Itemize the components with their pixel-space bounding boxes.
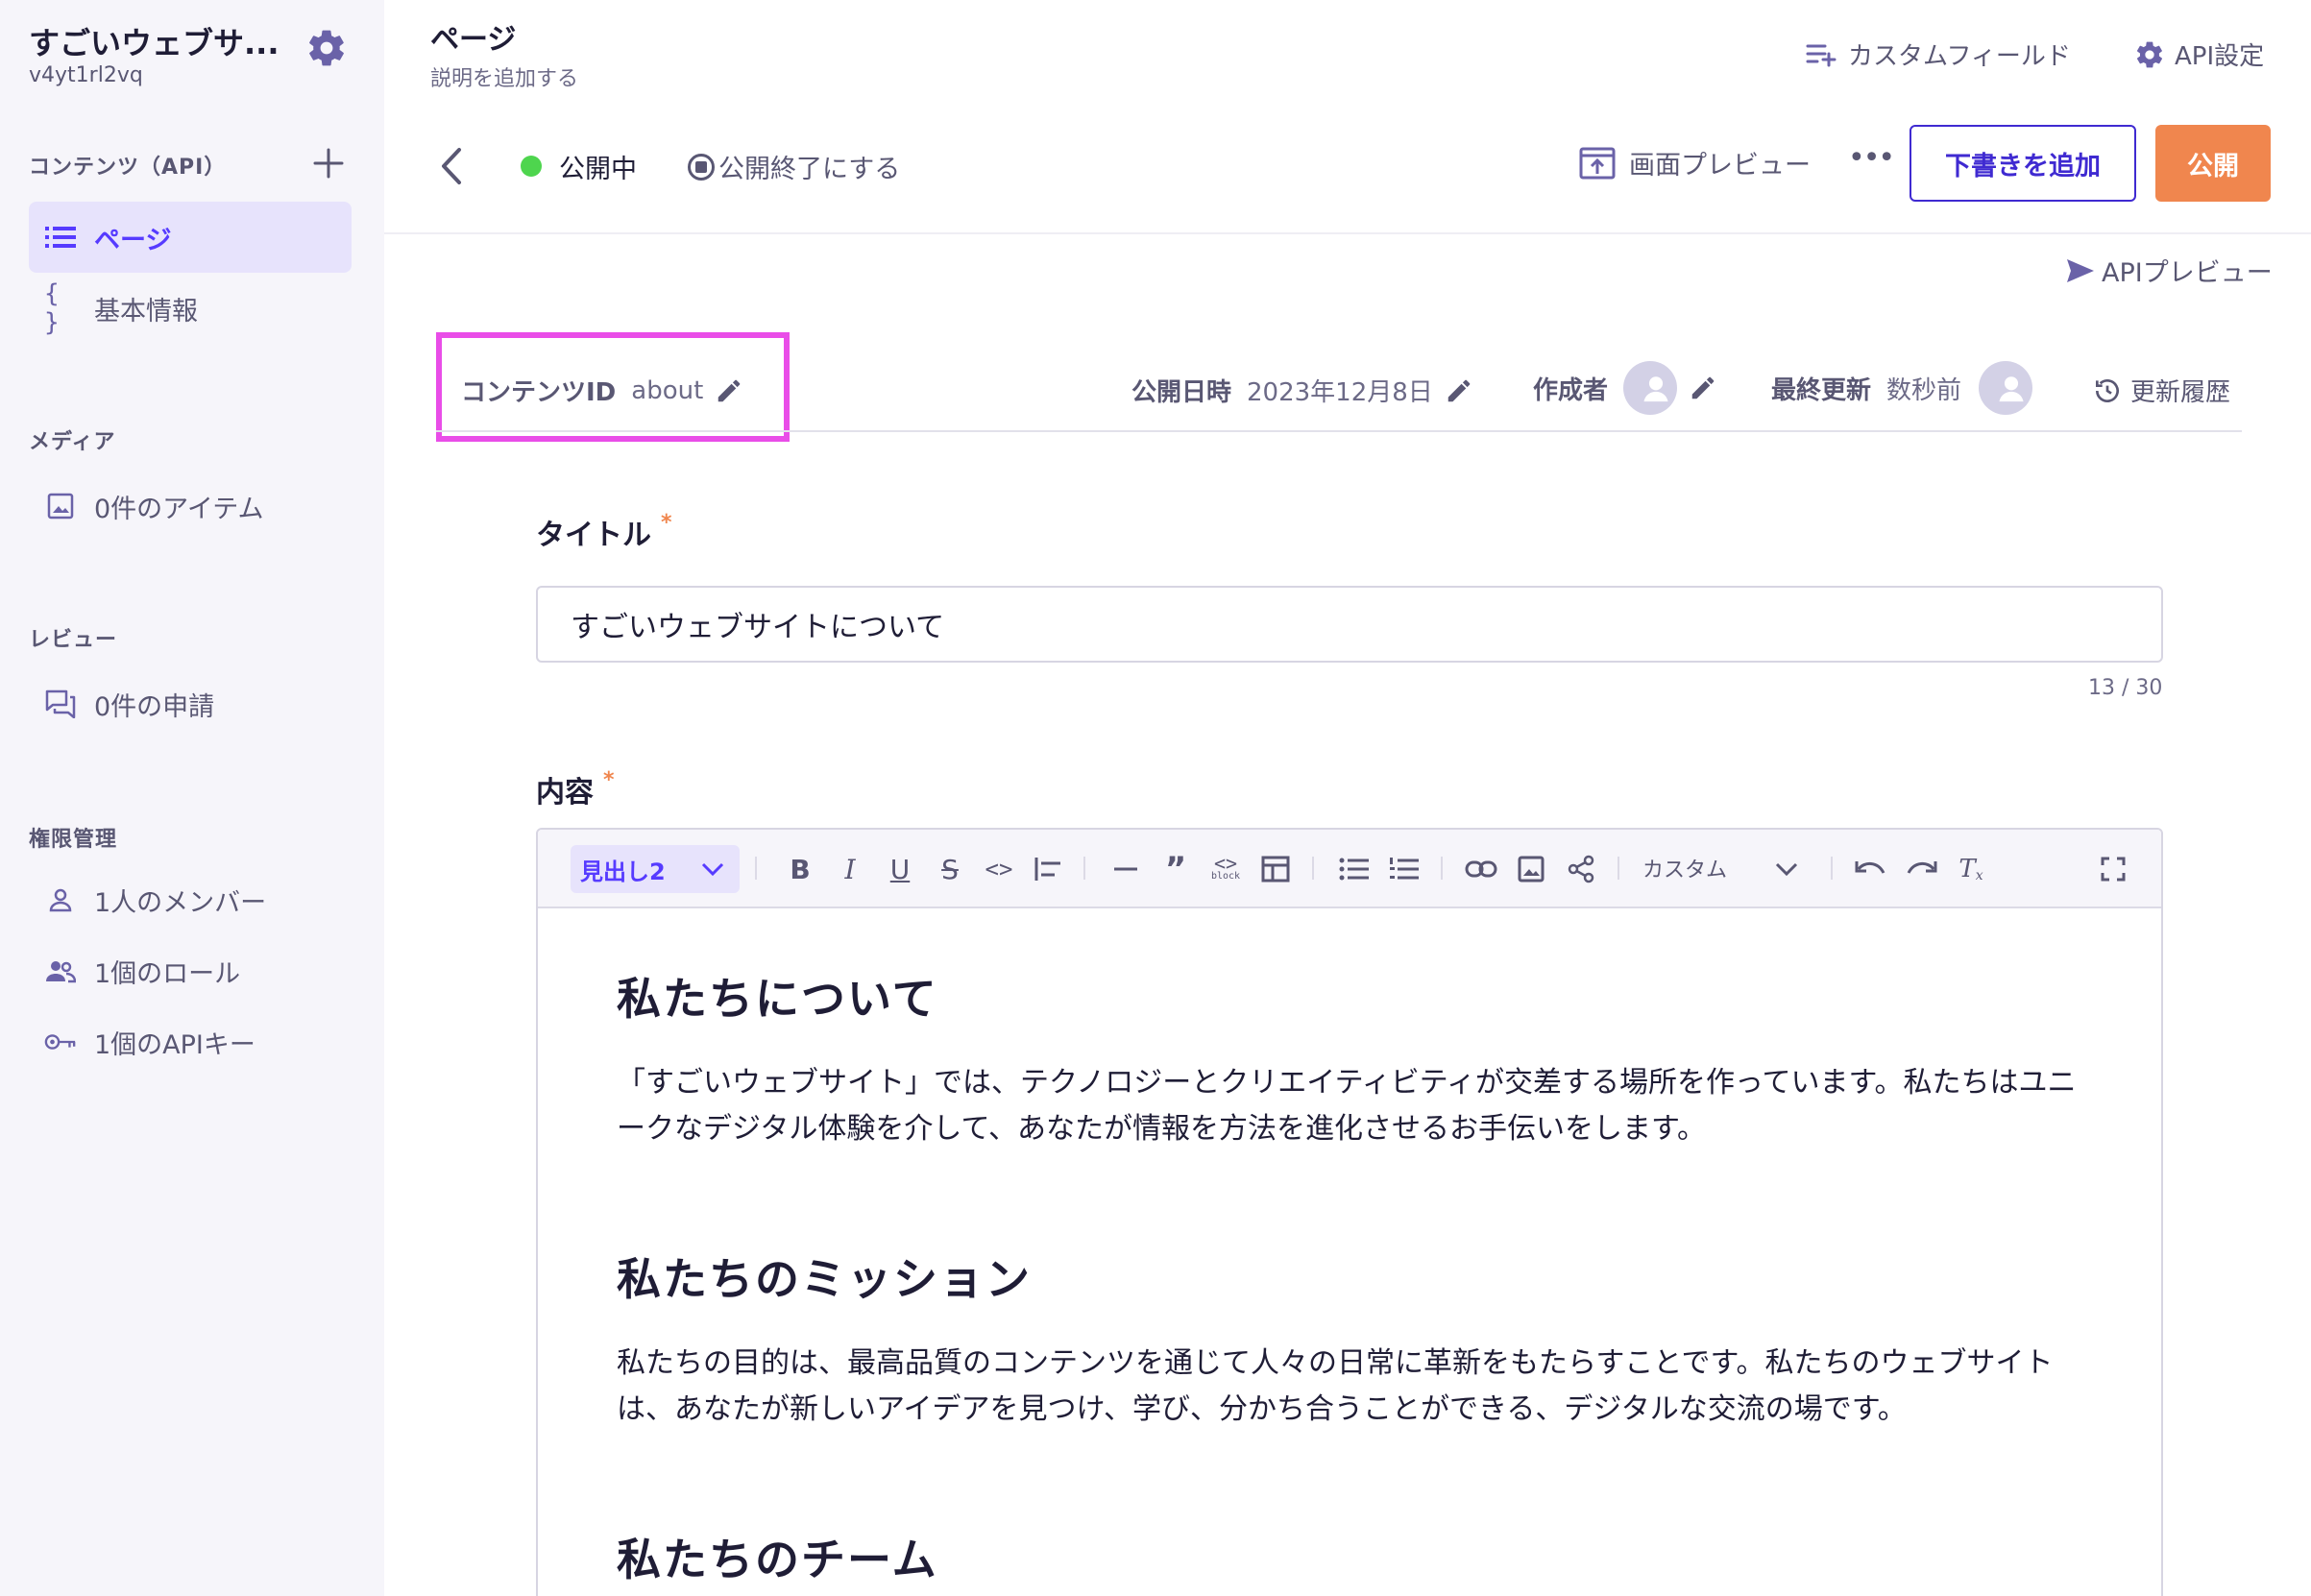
sidebar-item-api-keys[interactable]: 1個のAPIキー (29, 1006, 352, 1077)
custom-select[interactable]: カスタム (1642, 853, 1799, 883)
heading-select[interactable]: 見出し2 (571, 845, 740, 893)
content-heading: 私たちのチーム (617, 1534, 938, 1585)
media-section-title: メディア (29, 430, 116, 454)
add-draft-button[interactable]: 下書きを追加 (1910, 125, 2136, 202)
stop-icon (688, 153, 715, 181)
avatar (1623, 361, 1678, 415)
editor-toolbar: 見出し2 B I U S <> ” <> block カスタム T x (538, 830, 2161, 908)
last-updated: 最終更新 数秒前 (1771, 361, 2033, 415)
history-icon (2096, 378, 2119, 402)
sidebar-item-label: 0件の申請 (94, 691, 215, 722)
published-date[interactable]: 公開日時 2023年12月8日 (1131, 373, 1473, 408)
code-icon[interactable]: <> (980, 851, 1018, 887)
publish-button[interactable]: 公開 (2155, 125, 2271, 202)
permission-section-title: 権限管理 (29, 828, 118, 852)
meta-divider (436, 430, 2242, 432)
sidebar-item-label: 基本情報 (94, 296, 198, 326)
content-paragraph: 私たちの目的は、最高品質のコンテンツを通じて人々の日常に革新をもたらすことです。… (617, 1346, 2054, 1426)
strikethrough-icon[interactable]: S (932, 851, 968, 887)
content-section-title: コンテンツ（API） (29, 156, 227, 180)
header-divider (384, 232, 2311, 234)
editor-content[interactable]: 私たちについて 「すごいウェブサイト」では、テクノロジーとクリエイティビティが交… (617, 964, 2096, 1596)
review-section-title: レビュー (29, 628, 118, 652)
underline-icon[interactable]: U (882, 851, 918, 887)
horizontal-rule-icon[interactable] (1107, 851, 1145, 887)
gear-icon[interactable] (305, 27, 348, 69)
title-label: タイトル * (536, 511, 672, 552)
key-icon (44, 1026, 77, 1058)
chat-icon (44, 688, 77, 720)
content-paragraph: 「すごいウェブサイト」では、テクノロジーとクリエイティビティが交差する場所を作っ… (617, 1066, 2077, 1146)
content-heading: 私たちについて (617, 973, 938, 1025)
content-heading: 私たちのミッション (617, 1253, 1032, 1305)
history-link[interactable]: 更新履歴 (2092, 373, 2230, 408)
image-icon[interactable] (1512, 851, 1550, 887)
sidebar-item-page[interactable]: ページ (29, 202, 352, 273)
italic-icon[interactable]: I (832, 851, 868, 887)
sidebar-item-label: 1人のメンバー (94, 887, 267, 918)
service-name[interactable]: すごいウェブサ... (29, 19, 279, 63)
title-input[interactable]: すごいウェブサイトについて (536, 586, 2163, 663)
api-settings-link[interactable]: API設定 (2134, 36, 2264, 72)
add-api-button[interactable] (309, 144, 348, 182)
sidebar-item-label: 0件のアイテム (94, 494, 264, 524)
unpublish-button[interactable]: 公開終了にする (688, 148, 900, 185)
pencil-icon[interactable] (1689, 374, 1717, 402)
sidebar-item-label: 1個のロール (94, 958, 241, 989)
title-counter: 13 / 30 (2088, 676, 2163, 700)
status-indicator (521, 156, 542, 177)
back-arrow-icon[interactable] (434, 144, 469, 188)
send-icon (2067, 258, 2094, 282)
sidebar: すごいウェブサ... v4yt1rl2vq コンテンツ（API） ページ { }… (0, 0, 384, 1596)
chevron-down-icon (701, 862, 723, 877)
bullet-list-icon[interactable] (1335, 851, 1374, 887)
table-icon[interactable] (1256, 851, 1295, 887)
custom-field-link[interactable]: カスタムフィールド (1806, 36, 2071, 72)
people-icon (44, 955, 77, 987)
screen-preview-button[interactable]: 画面プレビュー (1579, 144, 1811, 181)
content-label: 内容 * (536, 768, 615, 810)
api-preview-link[interactable]: APIプレビュー (2065, 252, 2273, 289)
image-icon (44, 490, 77, 522)
page-title: ページ (430, 23, 517, 57)
sidebar-item-members[interactable]: 1人のメンバー (29, 864, 352, 935)
redo-icon[interactable] (1902, 851, 1940, 887)
content-id[interactable]: コンテンツID about (461, 373, 743, 408)
required-mark: * (603, 768, 615, 792)
bold-icon[interactable]: B (782, 851, 818, 887)
fullscreen-icon[interactable] (2094, 851, 2132, 887)
service-id: v4yt1rl2vq (29, 63, 143, 87)
code-block-icon[interactable]: <> block (1204, 851, 1247, 887)
custom-field-icon (1806, 44, 1837, 66)
sidebar-item-label: 1個のAPIキー (94, 1029, 255, 1060)
sidebar-item-roles[interactable]: 1個のロール (29, 935, 352, 1006)
gear-icon (2136, 41, 2163, 67)
clear-format-icon[interactable]: Tx (1952, 851, 1990, 887)
chevron-down-icon (1775, 862, 1798, 877)
sidebar-item-review[interactable]: 0件の申請 (29, 668, 352, 739)
undo-icon[interactable] (1852, 851, 1890, 887)
sidebar-item-label: ページ (94, 225, 172, 255)
sidebar-item-basic-info[interactable]: { } 基本情報 (29, 273, 352, 344)
status-text: 公開中 (559, 155, 637, 184)
pencil-icon[interactable] (1445, 376, 1473, 405)
numbered-list-icon[interactable] (1385, 851, 1423, 887)
pencil-icon[interactable] (715, 376, 743, 405)
list-icon (44, 221, 77, 254)
share-icon[interactable] (1562, 851, 1600, 887)
avatar (1979, 361, 2033, 415)
more-menu-button[interactable]: ••• (1848, 144, 1895, 182)
preview-upload-icon (1579, 147, 1616, 179)
sidebar-item-media[interactable]: 0件のアイテム (29, 471, 352, 542)
person-icon (44, 883, 77, 916)
link-icon[interactable] (1462, 851, 1500, 887)
align-left-icon[interactable] (1030, 851, 1068, 887)
required-mark: * (661, 511, 672, 535)
braces-icon: { } (44, 279, 60, 337)
add-description-link[interactable]: 説明を追加する (430, 61, 578, 92)
author[interactable]: 作成者 (1533, 361, 1717, 415)
rich-text-editor[interactable]: 見出し2 B I U S <> ” <> block カスタム T x 私たちに… (536, 828, 2163, 1596)
blockquote-icon[interactable]: ” (1156, 850, 1195, 888)
